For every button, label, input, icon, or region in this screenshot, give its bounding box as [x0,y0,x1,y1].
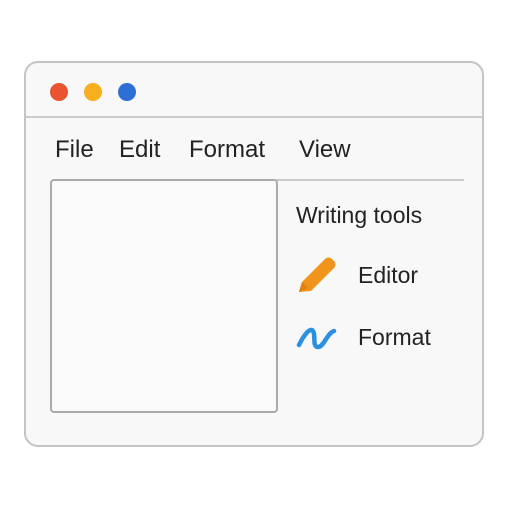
app-window: File Edit Format View Writing tools Edit… [24,61,484,447]
menu-edit[interactable]: Edit [119,136,160,164]
tool-format[interactable]: Format [296,317,466,357]
tool-editor[interactable]: Editor [296,255,466,295]
writing-tools-panel: Writing tools Editor Format [296,201,466,350]
minimize-window-button[interactable] [84,83,102,101]
close-window-button[interactable] [50,83,68,101]
document-editor[interactable] [50,179,278,413]
menu-file[interactable]: File [55,136,94,164]
menu-format[interactable]: Format [189,136,265,164]
menu-bar: File Edit Format View [26,118,482,178]
menu-view[interactable]: View [299,136,351,164]
pencil-icon [299,257,336,292]
title-bar [26,63,482,118]
tool-editor-label: Editor [358,262,419,288]
tool-format-label: Format [358,324,431,350]
squiggle-icon [296,327,337,350]
panel-divider [276,179,464,181]
writing-tools-title: Writing tools [296,202,423,228]
maximize-window-button[interactable] [118,83,136,101]
